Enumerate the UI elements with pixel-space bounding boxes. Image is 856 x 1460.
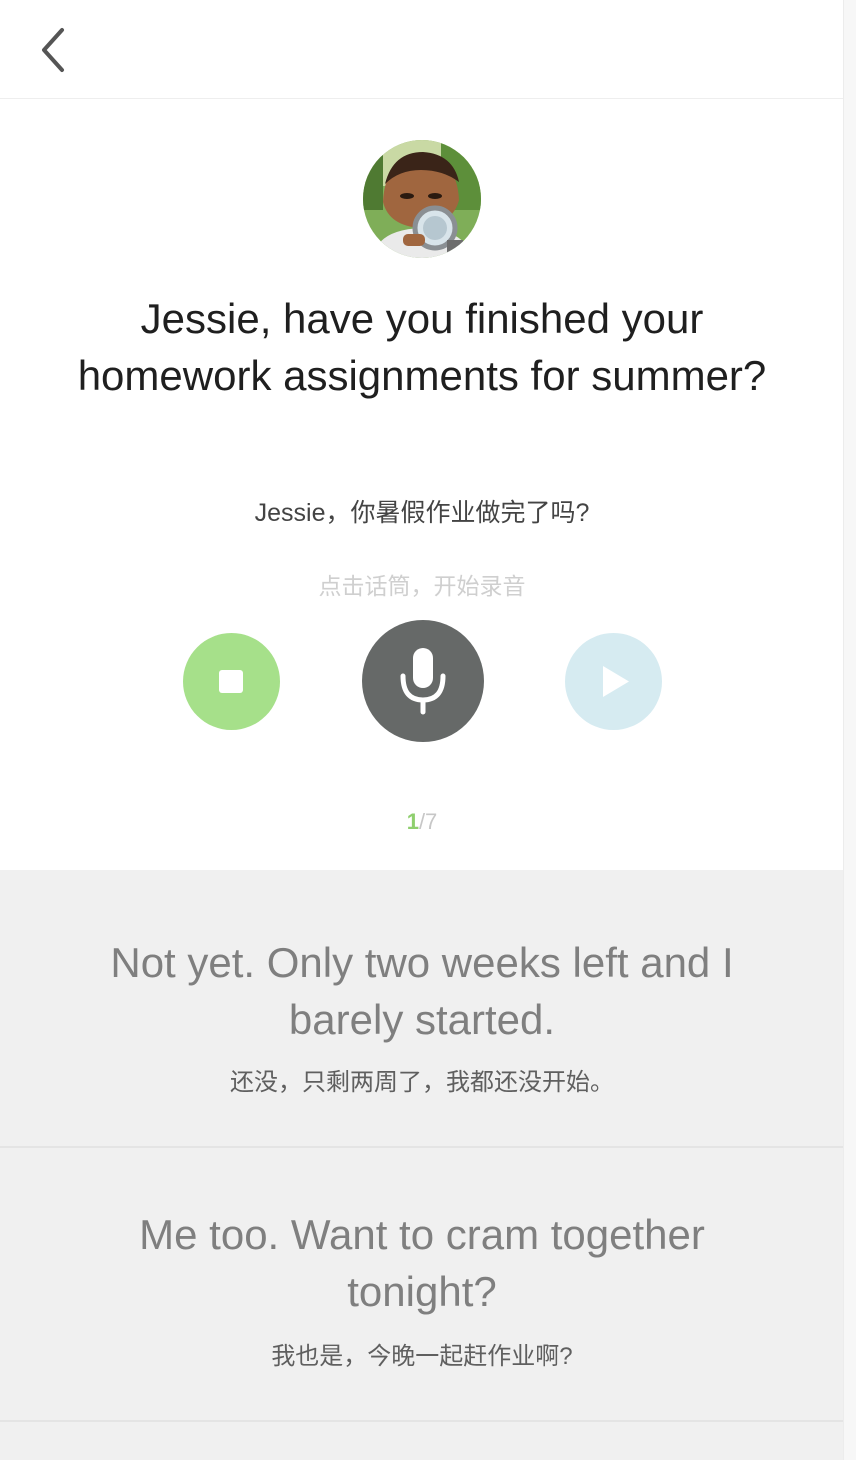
response-option[interactable]: Me too. Want to cram together tonight? 我… xyxy=(0,1148,844,1422)
play-icon xyxy=(603,666,629,697)
stop-icon xyxy=(219,670,243,693)
scroll-edge xyxy=(843,0,856,1460)
record-button[interactable] xyxy=(362,620,484,742)
microphone-icon xyxy=(400,648,446,715)
chevron-left-icon xyxy=(42,28,64,72)
speaker-avatar xyxy=(363,140,481,258)
response-translation: 还没，只剩两周了，我都还没开始。 xyxy=(230,1069,614,1096)
back-button[interactable] xyxy=(28,22,80,78)
app-screen: Jessie, have you finished your homework … xyxy=(0,0,856,1460)
response-list: Not yet. Only two weeks left and I barel… xyxy=(0,870,844,1460)
page-indicator: 1/7 xyxy=(0,807,844,837)
child-with-magnifier-photo xyxy=(363,140,481,258)
play-button[interactable] xyxy=(565,633,662,730)
record-hint: 点击话筒，开始录音 xyxy=(318,573,526,599)
response-english: Me too. Want to cram together tonight? xyxy=(139,1211,705,1315)
prompt-translation: Jessie，你暑假作业做完了吗? xyxy=(254,499,590,527)
total-pages: /7 xyxy=(418,809,438,834)
response-translation: 我也是，今晚一起赶作业啊? xyxy=(271,1343,573,1370)
response-english: Not yet. Only two weeks left and I barel… xyxy=(110,939,734,1043)
prompt-english: Jessie, have you finished your homework … xyxy=(77,295,767,399)
top-bar xyxy=(0,0,844,99)
response-option[interactable]: Not yet. Only two weeks left and I barel… xyxy=(0,870,844,1148)
stop-button[interactable] xyxy=(183,633,280,730)
current-page: 1 xyxy=(406,809,419,834)
